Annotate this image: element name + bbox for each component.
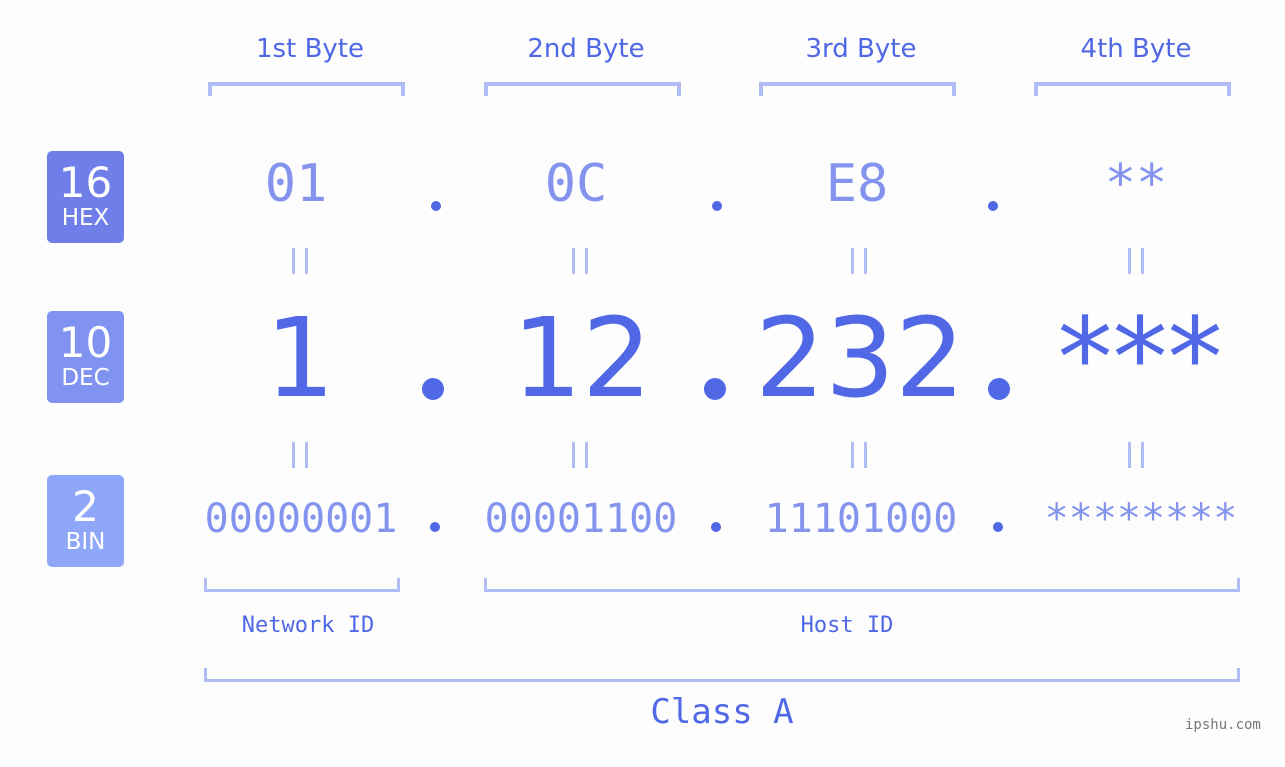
byte-bracket-1 [208,82,405,96]
equals-mark [1128,442,1144,468]
dec-separator-dot [422,378,444,400]
hex-separator-dot [988,201,998,211]
hex-badge-label: HEX [61,205,110,231]
bin-badge-label: BIN [65,529,106,555]
equals-mark [572,248,588,274]
host-id-label: Host ID [800,613,894,638]
class-label: Class A [650,692,794,732]
bin-separator-dot [993,522,1003,532]
bin-value-4: ******** [1044,496,1238,542]
byte-header-4: 4th Byte [1080,34,1192,64]
hex-value-2: 0C [544,154,608,214]
dec-value-1: 1 [265,294,335,422]
byte-bracket-4 [1034,82,1231,96]
network-id-label: Network ID [241,613,375,638]
hex-value-3: E8 [825,154,889,214]
dec-badge: 10 DEC [47,311,124,403]
dec-badge-number: 10 [58,318,113,367]
equals-mark [851,442,867,468]
bin-separator-dot [711,522,721,532]
hex-separator-dot [712,201,722,211]
byte-bracket-3 [759,82,956,96]
equals-mark [1128,248,1144,274]
dec-separator-dot [704,378,726,400]
watermark: ipshu.com [1185,717,1261,733]
hex-value-1: 01 [264,154,328,214]
dec-badge-label: DEC [61,365,110,391]
equals-mark [851,248,867,274]
dec-value-4: *** [1057,294,1223,422]
byte-bracket-2 [484,82,681,96]
bin-value-1: 00000001 [204,496,398,542]
byte-header-2: 2nd Byte [527,34,645,64]
dec-value-2: 12 [512,294,652,422]
equals-mark [572,442,588,468]
bin-badge-number: 2 [72,482,99,531]
equals-mark [292,442,308,468]
equals-mark [292,248,308,274]
class-bracket [204,668,1240,682]
dec-separator-dot [988,378,1010,400]
network-id-bracket [204,578,400,592]
hex-badge: 16 HEX [47,151,124,243]
hex-value-4: ** [1104,154,1168,214]
hex-separator-dot [431,201,441,211]
byte-header-1: 1st Byte [256,34,364,64]
hex-badge-number: 16 [58,158,113,207]
bin-value-2: 00001100 [484,496,678,542]
bin-value-3: 11101000 [764,496,958,542]
bin-badge: 2 BIN [47,475,124,567]
dec-value-3: 232 [755,294,965,422]
bin-separator-dot [430,522,440,532]
byte-header-3: 3rd Byte [805,34,917,64]
host-id-bracket [484,578,1240,592]
